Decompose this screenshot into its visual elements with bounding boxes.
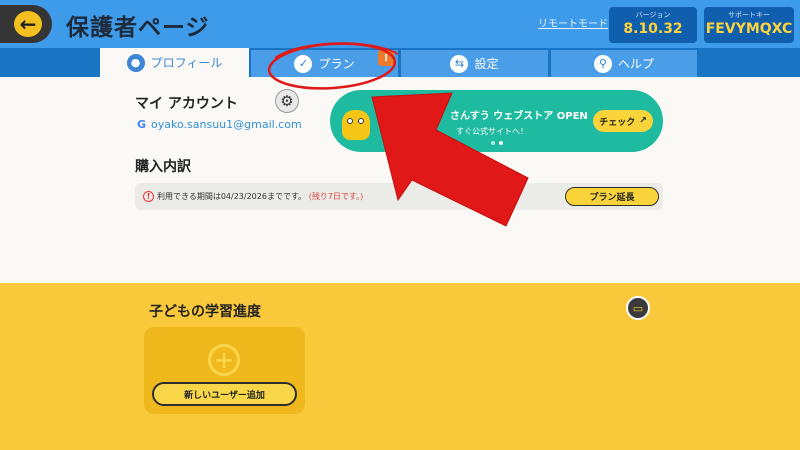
- carousel-dots: [491, 141, 503, 145]
- tab-profile[interactable]: ● プロフィール: [100, 48, 249, 77]
- plus-icon: +: [208, 344, 240, 376]
- tab-bar: ● プロフィール ✓ プラン ! ⇆ 設定 ⚲ ヘルプ: [0, 48, 800, 77]
- banner-title: さんすう ウェブストア OPEN: [450, 111, 588, 122]
- purchase-title: 購入内訳: [135, 159, 191, 175]
- tab-settings[interactable]: ⇆ 設定: [401, 50, 548, 77]
- webstore-banner[interactable]: さんすう ウェブストア OPEN すぐ公式サイトへ！ チェック ↗: [330, 90, 663, 152]
- version-value: 8.10.32: [623, 21, 683, 37]
- tab-help[interactable]: ⚲ ヘルプ: [551, 50, 697, 77]
- support-key-label: サポートキー: [728, 11, 770, 19]
- external-link-icon: ↗: [639, 116, 647, 126]
- progress-title: 子どもの学習進度: [149, 304, 261, 320]
- alert-badge: !: [378, 50, 394, 66]
- tab-label: プラン: [318, 57, 355, 71]
- child-progress-section: 子どもの学習進度 ▭ + 新しいユーザー追加: [0, 283, 800, 450]
- add-user-card[interactable]: + 新しいユーザー追加: [144, 327, 305, 414]
- email-row: G oyako.sansuu1@gmail.com: [137, 118, 302, 131]
- check-button-label: チェック: [599, 117, 636, 128]
- tab-label: プロフィール: [150, 56, 223, 70]
- tab-plan[interactable]: ✓ プラン !: [251, 50, 398, 77]
- mascot-image: [342, 110, 370, 140]
- remote-mode-link[interactable]: リモートモード: [538, 15, 608, 30]
- tab-label: 設定: [474, 57, 499, 71]
- magnifier-icon: ⚲: [593, 54, 612, 73]
- header-bar: ← 保護者ページ リモートモード バージョン 8.10.32 サポートキー FE…: [0, 0, 800, 48]
- version-label: バージョン: [635, 11, 671, 19]
- arrow-left-icon: ←: [14, 11, 42, 37]
- plan-notice-bar: ! 利用できる期間は04/23/2026までです。 (残り7日です。) プラン延…: [135, 183, 663, 210]
- plan-remaining-text: (残り7日です。): [308, 192, 364, 201]
- back-button[interactable]: ←: [0, 5, 52, 43]
- page-title: 保護者ページ: [66, 15, 210, 41]
- plan-expiry-text: 利用できる期間は04/23/2026までです。: [157, 192, 307, 201]
- google-icon: G: [137, 118, 147, 131]
- warning-icon: !: [143, 191, 154, 202]
- profile-content: マイ アカウント ⚙ G oyako.sansuu1@gmail.com さんす…: [0, 77, 800, 283]
- support-key-box: サポートキー FEVYMQXC: [704, 7, 794, 43]
- toggle-icon: ⇆: [450, 54, 469, 73]
- extend-plan-button[interactable]: プラン延長: [565, 187, 659, 206]
- account-email: oyako.sansuu1@gmail.com: [151, 118, 302, 131]
- gear-icon[interactable]: ⚙: [275, 89, 299, 113]
- plan-notice: 利用できる期間は04/23/2026までです。 (残り7日です。): [157, 191, 363, 202]
- support-key-value: FEVYMQXC: [705, 21, 793, 37]
- carousel-dot-active[interactable]: [499, 141, 503, 145]
- banner-subtitle: すぐ公式サイトへ！: [456, 127, 528, 136]
- tab-label: ヘルプ: [617, 57, 654, 71]
- person-icon: ●: [126, 53, 145, 72]
- version-box: バージョン 8.10.32: [609, 7, 697, 43]
- add-user-button[interactable]: 新しいユーザー追加: [152, 382, 297, 406]
- check-button[interactable]: チェック ↗: [593, 110, 653, 132]
- account-title: マイ アカウント: [135, 96, 238, 112]
- trash-icon[interactable]: ▭: [626, 296, 650, 320]
- carousel-dot[interactable]: [491, 141, 495, 145]
- checklist-icon: ✓: [294, 54, 313, 73]
